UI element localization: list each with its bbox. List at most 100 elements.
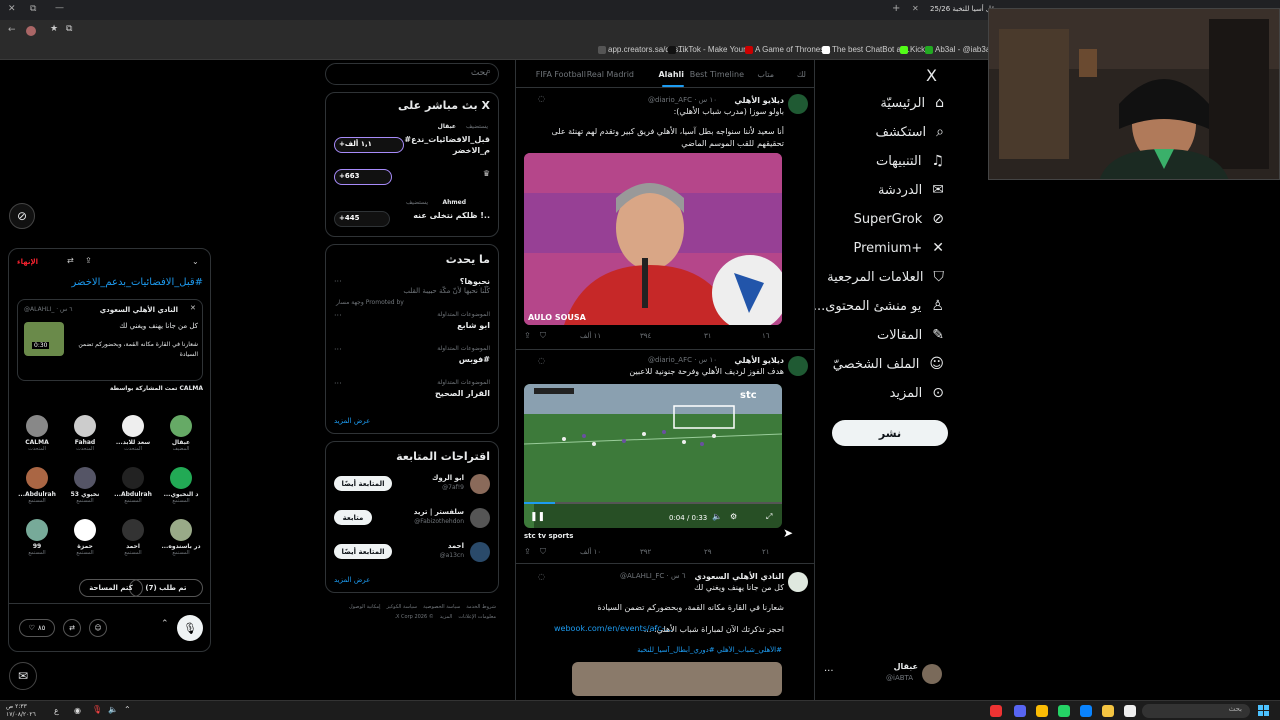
post-button[interactable]: نشر: [832, 420, 948, 446]
timeline-tab[interactable]: FIFA: [536, 70, 552, 79]
account-more-icon[interactable]: ···: [824, 666, 834, 677]
footer-link[interactable]: سياسة الكوكيز: [387, 602, 418, 612]
grok-float-button[interactable]: ⊘: [9, 203, 35, 229]
microphone-button[interactable]: 🎙: [177, 615, 203, 641]
timeline-tab[interactable]: Alahli: [658, 70, 684, 79]
space-participant[interactable]: ...د النخبوي المستمع: [159, 467, 203, 504]
account-avatar[interactable]: [922, 664, 942, 684]
minimize-icon[interactable]: —: [55, 3, 64, 13]
suggestion-name[interactable]: ابو الروك: [432, 474, 464, 482]
reply-count[interactable]: ٢١: [762, 548, 770, 556]
people-icon[interactable]: ☺: [89, 619, 107, 637]
timeline-tab[interactable]: متاب: [757, 70, 774, 79]
live-listeners[interactable]: +663: [334, 169, 392, 185]
space-participant[interactable]: Fahad المتحدث: [63, 415, 107, 452]
new-tab-icon[interactable]: +: [892, 3, 900, 14]
trend-name[interactable]: ابو شابع: [457, 321, 490, 330]
space-participant[interactable]: 99 المستمع: [15, 519, 59, 556]
space-participant[interactable]: ...Abdulrah المستمع: [111, 467, 155, 504]
nav-item-search[interactable]: ⌕ استكشف: [875, 119, 944, 145]
mute-space-button[interactable]: كتم المساحة: [79, 579, 143, 597]
suggestion-avatar[interactable]: [470, 508, 490, 528]
mic-icon[interactable]: 🎙: [92, 705, 102, 714]
footer-link[interactable]: المزيد: [440, 612, 453, 622]
bookmark-item[interactable]: The best ChatBot an...: [822, 45, 912, 54]
star-icon[interactable]: ★: [50, 24, 58, 34]
post-3[interactable]: النادي الأهلي السعودي @ALAHLI_FC · ٦ س ◌…: [516, 564, 814, 700]
card-video[interactable]: 0:30: [24, 322, 64, 356]
settings-icon[interactable]: ⚙: [730, 512, 737, 521]
screenshot-icon[interactable]: ⧉: [66, 24, 72, 34]
whatsapp-icon[interactable]: [1058, 705, 1070, 717]
live-host[interactable]: عبقال: [438, 123, 456, 130]
footer-link[interactable]: معلومات الإعلانات: [458, 612, 496, 622]
close-icon[interactable]: ✕: [190, 304, 196, 312]
space-participant[interactable]: احمد المستمع: [111, 519, 155, 556]
tab-close-icon[interactable]: ✕: [912, 4, 919, 13]
live-space-title[interactable]: قبل_الافضائيات_ندع#: [404, 135, 490, 144]
language-icon[interactable]: ع: [54, 706, 59, 715]
nav-item-x[interactable]: ✕ Premium+: [854, 235, 944, 261]
trend-name[interactable]: القرار الصحيح: [435, 389, 490, 398]
suggestion-avatar[interactable]: [470, 542, 490, 562]
like-count[interactable]: ٣٩٤: [640, 332, 651, 340]
space-participant[interactable]: عبقال المضيف: [159, 415, 203, 452]
space-participant[interactable]: ...سعد للابد المتحدث: [111, 415, 155, 452]
nav-item-bookmark[interactable]: ⛉ العلامات المرجعية: [827, 264, 944, 290]
footer-link[interactable]: سياسة الخصوصية: [423, 602, 460, 612]
space-participant[interactable]: حمزة المستمع: [63, 519, 107, 556]
video-progress[interactable]: [524, 502, 782, 504]
nav-item-bell[interactable]: ♫ التنبيهات: [876, 148, 944, 174]
post-hashtags[interactable]: #الأهلي_شباب_الأهلي #دوري_أبطال_آسيا_للن…: [524, 646, 782, 654]
repost-count[interactable]: ٢٩: [704, 548, 712, 556]
view-count[interactable]: ١١ ألف: [580, 332, 601, 340]
trend-more-icon[interactable]: ···: [334, 345, 342, 354]
share-icon[interactable]: ⇪: [524, 331, 531, 340]
restore-icon[interactable]: ⧉: [30, 4, 36, 14]
timeline-tab[interactable]: Real Madrid: [587, 70, 634, 79]
store-icon[interactable]: [1080, 705, 1092, 717]
post-image[interactable]: [572, 662, 782, 696]
taskbar-search[interactable]: بحث: [1142, 704, 1250, 718]
live-listeners[interactable]: +١,١ ألف: [334, 137, 404, 153]
bookmark-icon[interactable]: ⛉: [540, 331, 546, 341]
footer-link[interactable]: إمكانية الوصول: [349, 602, 380, 612]
volume-icon[interactable]: 🔈: [712, 512, 722, 521]
nav-item-creator[interactable]: ♙ ...يو منشئ المحتوى: [813, 293, 944, 319]
live-host[interactable]: Ahmed: [442, 199, 466, 206]
grok-icon[interactable]: ◌: [538, 94, 545, 103]
collapse-icon[interactable]: ⌄: [192, 257, 199, 266]
suggestion-avatar[interactable]: [470, 474, 490, 494]
space-participant[interactable]: 53 نخبوي المستمع: [63, 467, 107, 504]
post-2[interactable]: ديلايو الأهلي @diario_AFC · ١٠ س ◌ هدف ا…: [516, 350, 814, 564]
game-icon[interactable]: [990, 705, 1002, 717]
bookmark-icon[interactable]: ⛉: [540, 547, 546, 557]
end-space-button[interactable]: الإنهاء: [17, 258, 38, 266]
live-space-title[interactable]: ..! ظلكم نتخلى عنه: [413, 211, 490, 220]
nav-item-more[interactable]: ⊙ المزيد: [890, 380, 944, 406]
back-icon[interactable]: ←: [8, 25, 16, 35]
trends-show-more[interactable]: عرض المزيد: [334, 417, 370, 425]
suggestion-name[interactable]: احمد: [448, 542, 464, 550]
post-link[interactable]: webook.com/en/events/afc-...: [554, 624, 672, 633]
timeline-tab[interactable]: لك: [797, 70, 806, 79]
grok-icon[interactable]: ◌: [538, 572, 545, 581]
post-1[interactable]: ديلايو الأهلي @diario_AFC · ١٠ س ◌ باولو…: [516, 88, 814, 350]
bookmark-item[interactable]: Kick: [900, 45, 925, 54]
nav-item-home[interactable]: ⌂ الرئيسيّة: [880, 90, 944, 116]
reply-count[interactable]: ١٦: [762, 332, 770, 340]
post-avatar[interactable]: [788, 356, 808, 376]
space-participant[interactable]: ...Abdulrah المستمع: [15, 467, 59, 504]
trend-more-icon[interactable]: ···: [334, 379, 342, 388]
nav-item-mail[interactable]: ✉ الدردشة: [878, 177, 944, 203]
share-icon[interactable]: ⇪: [524, 547, 531, 556]
nav-item-grok[interactable]: ⊘ SuperGrok: [854, 206, 944, 232]
volume-icon[interactable]: 🔈: [108, 705, 118, 714]
profile-icon[interactable]: [26, 26, 36, 36]
timeline-tab[interactable]: Best Timeline: [690, 70, 744, 79]
space-participant[interactable]: CALMA المتحدث: [15, 415, 59, 452]
pause-icon[interactable]: ❚❚: [530, 512, 545, 522]
live-listeners[interactable]: +445: [334, 211, 390, 227]
bookmark-item[interactable]: A Game of Thrones...: [745, 45, 831, 54]
calendar-icon[interactable]: [1124, 705, 1136, 717]
